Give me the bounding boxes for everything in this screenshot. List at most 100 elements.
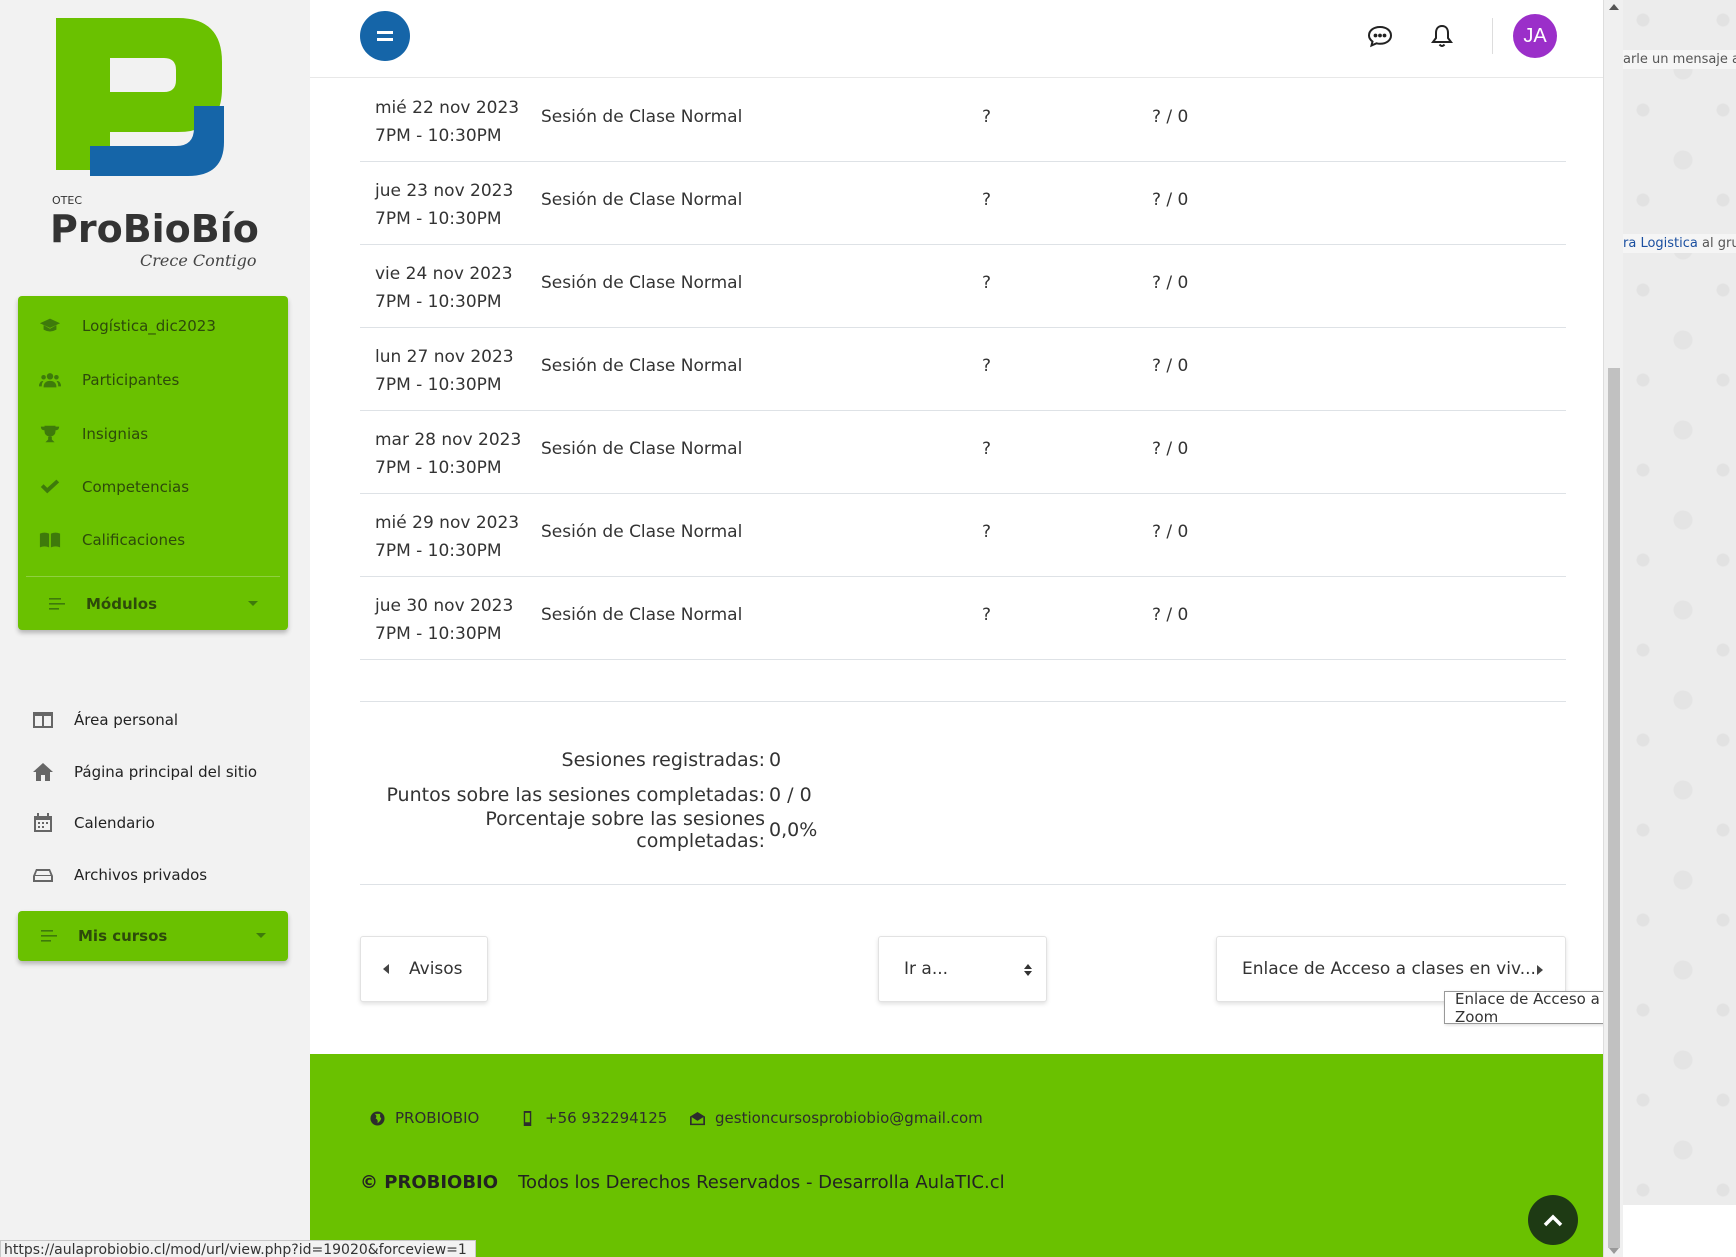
session-date: mié 22 nov 2023 7PM - 10:30PM [375, 94, 519, 150]
table-row: jue 23 nov 2023 7PM - 10:30PM Sesión de Cl… [360, 162, 1566, 245]
check-icon [36, 477, 64, 497]
chevron-up-icon [1543, 1214, 1563, 1227]
main-content: JA mié 22 nov 2023 7PM - 10:30PM Sesión de… [310, 0, 1729, 1257]
modules-label: Módulos [86, 595, 158, 613]
session-day: lun 27 nov 2023 [375, 347, 514, 367]
list-icon [46, 597, 68, 611]
table-row: jue 30 nov 2023 7PM - 10:30PM Sesión de Cl… [360, 577, 1566, 660]
session-time: 7PM - 10:30PM [375, 458, 502, 478]
session-date: mié 29 nov 2023 7PM - 10:30PM [375, 509, 519, 565]
dashboard-icon [30, 710, 56, 730]
site-nav-label: Archivos privados [74, 866, 208, 884]
course-navigation: Logística_dic2023 Participantes Insignia… [18, 296, 288, 630]
scroll-up-arrow-icon[interactable] [1609, 4, 1619, 10]
scrollbar-thumb[interactable] [1608, 368, 1620, 1248]
table-row: lun 27 nov 2023 7PM - 10:30PM Sesión de Cl… [360, 328, 1566, 411]
caret-right-icon [1537, 965, 1543, 975]
site-logo[interactable]: OTEC ProBioBío Crece Contigo [48, 14, 268, 274]
session-status: ? [982, 107, 992, 127]
modules-toggle[interactable]: Módulos [26, 581, 280, 627]
session-time: 7PM - 10:30PM [375, 541, 502, 561]
nav-item-course[interactable]: Logística_dic2023 [18, 306, 288, 346]
nav-item-label: Insignias [82, 425, 149, 443]
session-status: ? [982, 190, 992, 210]
notifications-button[interactable] [1428, 22, 1456, 50]
nav-item-label: Competencias [82, 478, 190, 496]
previous-activity-button[interactable]: Avisos [360, 936, 488, 1002]
nav-item-label: Participantes [82, 371, 180, 389]
nav-item-participants[interactable]: Participantes [18, 360, 288, 400]
footer-email[interactable]: gestioncursosprobiobio@gmail.com [690, 1108, 983, 1128]
session-day: mié 29 nov 2023 [375, 513, 520, 533]
chat-wallpaper [1623, 0, 1736, 1257]
sidebar: OTEC ProBioBío Crece Contigo Logística_d… [0, 0, 310, 1257]
nav-item-label: Logística_dic2023 [82, 317, 216, 335]
messages-button[interactable] [1366, 22, 1394, 50]
session-date: jue 30 nov 2023 7PM - 10:30PM [375, 592, 513, 648]
jump-to-select[interactable]: Ir a... [878, 936, 1047, 1002]
globe-icon [370, 1110, 385, 1126]
my-courses-toggle[interactable]: Mis cursos [18, 913, 288, 959]
session-day: mié 22 nov 2023 [375, 98, 520, 118]
next-activity-label: Enlace de Acceso a clases en viv... [1242, 959, 1536, 979]
calendar-icon [30, 813, 56, 833]
session-date: vie 24 nov 2023 7PM - 10:30PM [375, 260, 513, 316]
divider [360, 884, 1566, 885]
session-description: Sesión de Clase Normal [541, 605, 743, 625]
session-status: ? [982, 439, 992, 459]
chat-bubble-icon [1367, 25, 1393, 48]
graduation-cap-icon [36, 316, 64, 336]
site-nav-dashboard[interactable]: Área personal [18, 700, 288, 740]
site-nav-calendar[interactable]: Calendario [18, 803, 288, 843]
session-status: ? [982, 605, 992, 625]
scroll-down-arrow-icon[interactable] [1609, 1248, 1619, 1254]
previous-activity-label: Avisos [409, 959, 463, 979]
back-to-top-button[interactable] [1528, 1195, 1578, 1245]
session-date: lun 27 nov 2023 7PM - 10:30PM [375, 343, 514, 399]
session-time: 7PM - 10:30PM [375, 624, 502, 644]
user-avatar-button[interactable]: JA [1513, 14, 1557, 58]
copyright: © PROBIOBIO Todos los Derechos Reservado… [360, 1172, 1005, 1193]
nav-item-label: Calificaciones [82, 531, 186, 549]
session-time: 7PM - 10:30PM [375, 126, 502, 146]
my-courses-dropdown[interactable]: Mis cursos [18, 911, 288, 961]
site-nav-label: Calendario [74, 814, 155, 832]
caret-left-icon [383, 964, 389, 974]
site-nav-label: Página principal del sitio [74, 763, 258, 781]
session-date: mar 28 nov 2023 7PM - 10:30PM [375, 426, 521, 482]
table-row: mié 22 nov 2023 7PM - 10:30PM Sesión de Cl… [360, 79, 1566, 162]
summary-label: Puntos sobre las sesiones completadas: [386, 783, 765, 806]
list-icon [38, 929, 60, 943]
chat-message-text: al grup [1702, 236, 1736, 251]
modules-dropdown[interactable]: Módulos [26, 576, 280, 630]
summary-label: Porcentaje sobre las sesiones completada… [485, 807, 765, 852]
session-description: Sesión de Clase Normal [541, 439, 743, 459]
sort-arrows-icon [1024, 964, 1032, 976]
session-description: Sesión de Clase Normal [541, 273, 743, 293]
session-status: ? [982, 273, 992, 293]
site-nav-private-files[interactable]: Archivos privados [18, 855, 288, 895]
site-nav-label: Área personal [74, 711, 179, 729]
chevron-down-icon [248, 601, 258, 606]
nav-item-grades[interactable]: Calificaciones [18, 520, 288, 560]
page-scrollbar[interactable] [1603, 0, 1623, 1257]
drive-icon [30, 865, 56, 885]
hamburger-icon [377, 31, 393, 41]
nav-item-badges[interactable]: Insignias [18, 414, 288, 454]
menu-toggle-button[interactable] [360, 11, 410, 61]
attendance-summary: Sesiones registradas: 0 Puntos sobre las… [360, 742, 960, 852]
session-day: mar 28 nov 2023 [375, 430, 522, 450]
footer-site[interactable]: PROBIOBIO [370, 1108, 479, 1128]
session-day: vie 24 nov 2023 [375, 264, 513, 284]
logo-tagline: Crece Contigo [140, 251, 256, 270]
site-nav-home[interactable]: Página principal del sitio [18, 752, 288, 792]
chevron-down-icon [256, 933, 266, 938]
sessions-table: mié 22 nov 2023 7PM - 10:30PM Sesión de Cl… [360, 79, 1566, 660]
session-points: ? / 0 [1152, 190, 1189, 210]
divider [360, 701, 1566, 702]
footer-phone[interactable]: +56 932294125 [520, 1108, 667, 1128]
chat-message-link: ra Logistica [1623, 236, 1698, 251]
trophy-icon [36, 424, 64, 444]
nav-item-competencies[interactable]: Competencias [18, 467, 288, 507]
session-description: Sesión de Clase Normal [541, 522, 743, 542]
